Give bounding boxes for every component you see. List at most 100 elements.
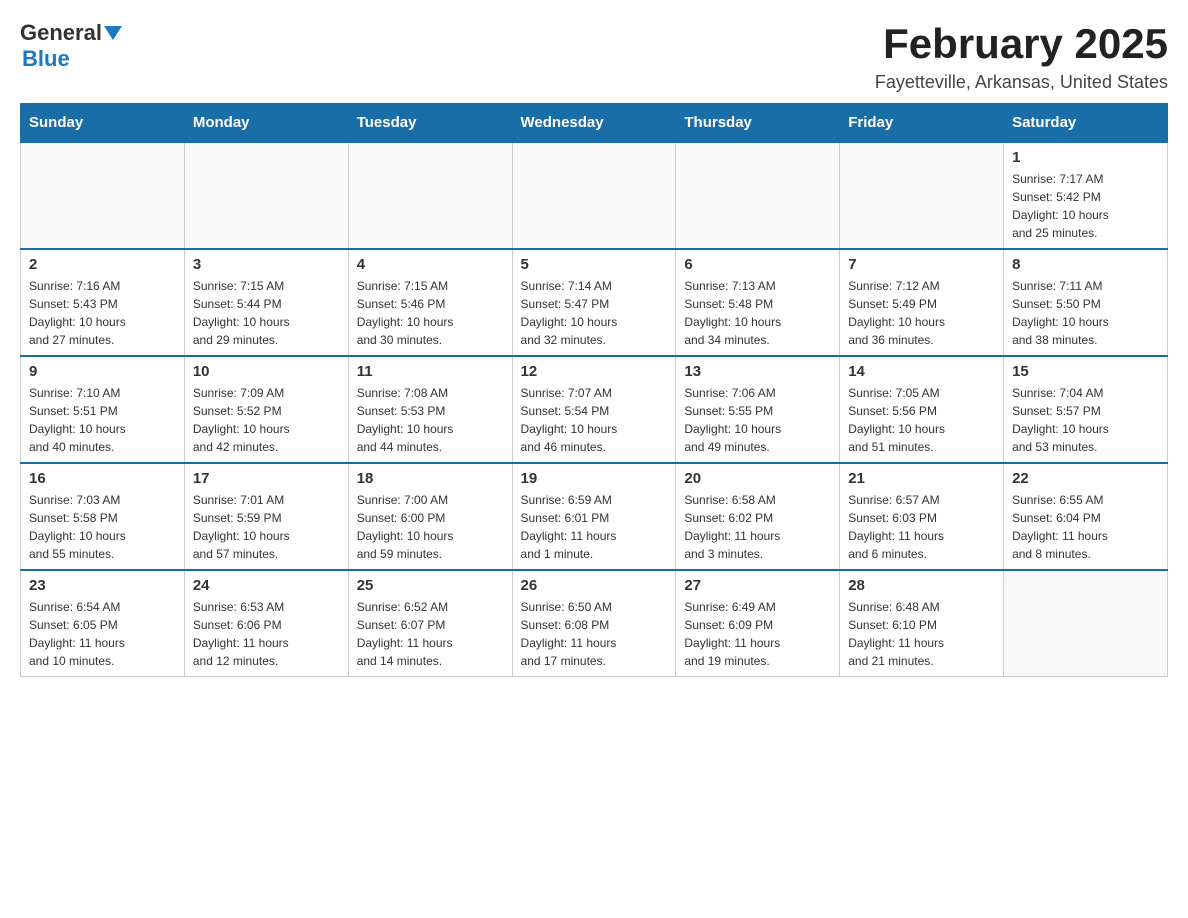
calendar-cell: 4 Sunrise: 7:15 AM Sunset: 5:46 PM Daylig… <box>348 249 512 356</box>
calendar-cell <box>1004 570 1168 677</box>
day-number: 8 <box>1012 256 1159 273</box>
day-info: Sunrise: 7:07 AM Sunset: 5:54 PM Dayligh… <box>521 384 668 456</box>
calendar-cell: 13 Sunrise: 7:06 AM Sunset: 5:55 PM Dayli… <box>676 356 840 463</box>
day-number: 2 <box>29 256 176 273</box>
day-info: Sunrise: 6:50 AM Sunset: 6:08 PM Dayligh… <box>521 598 668 670</box>
week-row-1: 1 Sunrise: 7:17 AM Sunset: 5:42 PM Daylig… <box>21 142 1168 249</box>
calendar-cell: 18 Sunrise: 7:00 AM Sunset: 6:00 PM Dayli… <box>348 463 512 570</box>
logo: General Blue <box>20 20 122 72</box>
day-number: 16 <box>29 470 176 487</box>
week-row-4: 16 Sunrise: 7:03 AM Sunset: 5:58 PM Dayli… <box>21 463 1168 570</box>
day-info: Sunrise: 6:57 AM Sunset: 6:03 PM Dayligh… <box>848 491 995 563</box>
day-info: Sunrise: 7:12 AM Sunset: 5:49 PM Dayligh… <box>848 277 995 349</box>
weekday-header-wednesday: Wednesday <box>512 104 676 143</box>
calendar-cell: 23Sunrise: 6:54 AM Sunset: 6:05 PM Dayli… <box>21 570 185 677</box>
day-info: Sunrise: 7:15 AM Sunset: 5:44 PM Dayligh… <box>193 277 340 349</box>
day-number: 1 <box>1012 149 1159 166</box>
calendar-cell <box>21 142 185 249</box>
day-info: Sunrise: 7:16 AM Sunset: 5:43 PM Dayligh… <box>29 277 176 349</box>
day-number: 19 <box>521 470 668 487</box>
day-number: 18 <box>357 470 504 487</box>
weekday-header-monday: Monday <box>184 104 348 143</box>
day-info: Sunrise: 7:04 AM Sunset: 5:57 PM Dayligh… <box>1012 384 1159 456</box>
calendar-cell: 12 Sunrise: 7:07 AM Sunset: 5:54 PM Dayli… <box>512 356 676 463</box>
day-number: 17 <box>193 470 340 487</box>
calendar-cell: 7 Sunrise: 7:12 AM Sunset: 5:49 PM Daylig… <box>840 249 1004 356</box>
day-info: Sunrise: 7:10 AM Sunset: 5:51 PM Dayligh… <box>29 384 176 456</box>
day-number: 21 <box>848 470 995 487</box>
day-info: Sunrise: 7:03 AM Sunset: 5:58 PM Dayligh… <box>29 491 176 563</box>
calendar-cell: 2 Sunrise: 7:16 AM Sunset: 5:43 PM Daylig… <box>21 249 185 356</box>
day-number: 9 <box>29 363 176 380</box>
calendar-cell: 14 Sunrise: 7:05 AM Sunset: 5:56 PM Dayli… <box>840 356 1004 463</box>
day-info: Sunrise: 6:59 AM Sunset: 6:01 PM Dayligh… <box>521 491 668 563</box>
calendar-cell <box>184 142 348 249</box>
day-info: Sunrise: 7:00 AM Sunset: 6:00 PM Dayligh… <box>357 491 504 563</box>
logo-arrow-icon <box>104 26 122 45</box>
calendar-cell: 10 Sunrise: 7:09 AM Sunset: 5:52 PM Dayli… <box>184 356 348 463</box>
day-number: 28 <box>848 577 995 594</box>
day-info: Sunrise: 6:58 AM Sunset: 6:02 PM Dayligh… <box>684 491 831 563</box>
day-number: 15 <box>1012 363 1159 380</box>
day-info: Sunrise: 7:01 AM Sunset: 5:59 PM Dayligh… <box>193 491 340 563</box>
calendar-cell <box>348 142 512 249</box>
weekday-header-tuesday: Tuesday <box>348 104 512 143</box>
day-number: 10 <box>193 363 340 380</box>
logo-general-text: General <box>20 20 102 46</box>
week-row-5: 23Sunrise: 6:54 AM Sunset: 6:05 PM Dayli… <box>21 570 1168 677</box>
calendar-cell: 24Sunrise: 6:53 AM Sunset: 6:06 PM Dayli… <box>184 570 348 677</box>
day-number: 6 <box>684 256 831 273</box>
calendar-cell: 22 Sunrise: 6:55 AM Sunset: 6:04 PM Dayli… <box>1004 463 1168 570</box>
day-info: Sunrise: 6:48 AM Sunset: 6:10 PM Dayligh… <box>848 598 995 670</box>
weekday-header-thursday: Thursday <box>676 104 840 143</box>
week-row-2: 2 Sunrise: 7:16 AM Sunset: 5:43 PM Daylig… <box>21 249 1168 356</box>
calendar-cell: 19 Sunrise: 6:59 AM Sunset: 6:01 PM Dayli… <box>512 463 676 570</box>
calendar-cell: 17 Sunrise: 7:01 AM Sunset: 5:59 PM Dayli… <box>184 463 348 570</box>
calendar-cell: 28 Sunrise: 6:48 AM Sunset: 6:10 PM Dayli… <box>840 570 1004 677</box>
day-info: Sunrise: 7:05 AM Sunset: 5:56 PM Dayligh… <box>848 384 995 456</box>
day-number: 14 <box>848 363 995 380</box>
day-info: Sunrise: 7:13 AM Sunset: 5:48 PM Dayligh… <box>684 277 831 349</box>
title-section: February 2025 Fayetteville, Arkansas, Un… <box>875 20 1168 93</box>
day-number: 13 <box>684 363 831 380</box>
day-info: Sunrise: 6:55 AM Sunset: 6:04 PM Dayligh… <box>1012 491 1159 563</box>
calendar-cell: 8Sunrise: 7:11 AM Sunset: 5:50 PM Daylig… <box>1004 249 1168 356</box>
calendar-cell <box>840 142 1004 249</box>
calendar-table: SundayMondayTuesdayWednesdayThursdayFrid… <box>20 103 1168 677</box>
calendar-cell: 3Sunrise: 7:15 AM Sunset: 5:44 PM Daylig… <box>184 249 348 356</box>
day-info: Sunrise: 6:54 AM Sunset: 6:05 PM Dayligh… <box>29 598 176 670</box>
calendar-cell: 9 Sunrise: 7:10 AM Sunset: 5:51 PM Daylig… <box>21 356 185 463</box>
day-number: 7 <box>848 256 995 273</box>
day-info: Sunrise: 7:17 AM Sunset: 5:42 PM Dayligh… <box>1012 170 1159 242</box>
calendar-header-row: SundayMondayTuesdayWednesdayThursdayFrid… <box>21 104 1168 143</box>
page-subtitle: Fayetteville, Arkansas, United States <box>875 72 1168 93</box>
calendar-cell: 11 Sunrise: 7:08 AM Sunset: 5:53 PM Dayli… <box>348 356 512 463</box>
day-number: 22 <box>1012 470 1159 487</box>
calendar-cell: 1 Sunrise: 7:17 AM Sunset: 5:42 PM Daylig… <box>1004 142 1168 249</box>
day-number: 24 <box>193 577 340 594</box>
calendar-cell: 5 Sunrise: 7:14 AM Sunset: 5:47 PM Daylig… <box>512 249 676 356</box>
day-info: Sunrise: 7:08 AM Sunset: 5:53 PM Dayligh… <box>357 384 504 456</box>
calendar-cell: 21 Sunrise: 6:57 AM Sunset: 6:03 PM Dayli… <box>840 463 1004 570</box>
weekday-header-sunday: Sunday <box>21 104 185 143</box>
weekday-header-friday: Friday <box>840 104 1004 143</box>
day-info: Sunrise: 7:15 AM Sunset: 5:46 PM Dayligh… <box>357 277 504 349</box>
calendar-cell: 26Sunrise: 6:50 AM Sunset: 6:08 PM Dayli… <box>512 570 676 677</box>
day-number: 12 <box>521 363 668 380</box>
day-number: 11 <box>357 363 504 380</box>
calendar-cell: 25Sunrise: 6:52 AM Sunset: 6:07 PM Dayli… <box>348 570 512 677</box>
week-row-3: 9 Sunrise: 7:10 AM Sunset: 5:51 PM Daylig… <box>21 356 1168 463</box>
day-number: 25 <box>357 577 504 594</box>
day-info: Sunrise: 7:14 AM Sunset: 5:47 PM Dayligh… <box>521 277 668 349</box>
day-number: 5 <box>521 256 668 273</box>
calendar-cell: 20 Sunrise: 6:58 AM Sunset: 6:02 PM Dayli… <box>676 463 840 570</box>
day-info: Sunrise: 7:09 AM Sunset: 5:52 PM Dayligh… <box>193 384 340 456</box>
calendar-cell: 6 Sunrise: 7:13 AM Sunset: 5:48 PM Daylig… <box>676 249 840 356</box>
day-number: 20 <box>684 470 831 487</box>
day-number: 4 <box>357 256 504 273</box>
page-title: February 2025 <box>875 20 1168 68</box>
calendar-cell <box>676 142 840 249</box>
day-info: Sunrise: 6:49 AM Sunset: 6:09 PM Dayligh… <box>684 598 831 670</box>
calendar-cell: 15 Sunrise: 7:04 AM Sunset: 5:57 PM Dayli… <box>1004 356 1168 463</box>
day-info: Sunrise: 7:06 AM Sunset: 5:55 PM Dayligh… <box>684 384 831 456</box>
